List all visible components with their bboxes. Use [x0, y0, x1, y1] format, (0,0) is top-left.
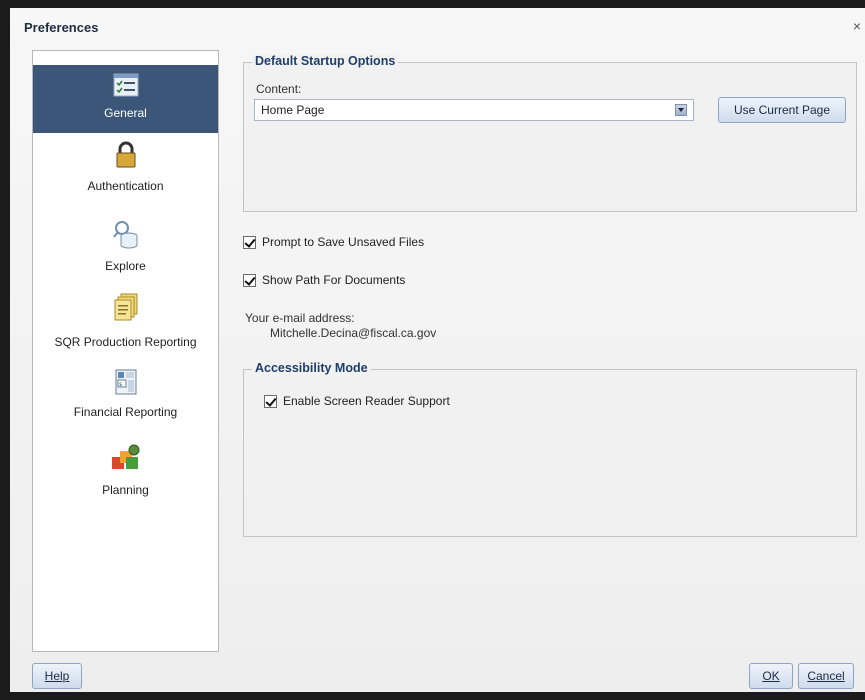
financial-reporting-icon: $ — [115, 369, 136, 395]
help-button[interactable]: Help — [32, 663, 82, 689]
svg-text:$: $ — [119, 382, 122, 388]
show-path-label: Show Path For Documents — [262, 273, 406, 287]
sidebar-item-authentication[interactable]: Authentication — [33, 141, 218, 207]
screen-reader-checkbox[interactable] — [264, 394, 277, 408]
preferences-sidebar: General Authentication Explore SQR Produ… — [32, 50, 219, 652]
lock-icon — [116, 141, 135, 168]
sidebar-item-label: Financial Reporting — [73, 405, 178, 419]
sidebar-item-general[interactable]: General — [33, 65, 218, 133]
dialog-title: Preferences — [24, 20, 99, 35]
sidebar-item-sqr-production-reporting[interactable]: SQR Production Reporting — [33, 293, 218, 359]
group-title: Default Startup Options — [252, 54, 399, 68]
sidebar-item-label: Explore — [105, 259, 146, 273]
email-value: Mitchelle.Decina@fiscal.ca.gov — [270, 326, 437, 340]
group-title: Accessibility Mode — [252, 361, 371, 375]
accessibility-mode-group: Accessibility Mode Enable Screen Reader … — [243, 361, 857, 537]
cancel-button-label: Cancel — [807, 669, 845, 683]
preferences-dialog: Preferences × General Authentication Exp… — [10, 8, 865, 692]
screen-reader-option[interactable]: Enable Screen Reader Support — [264, 394, 450, 408]
sidebar-item-label: Planning — [102, 483, 149, 497]
close-icon[interactable]: × — [853, 18, 861, 34]
planning-blocks-icon — [111, 444, 139, 469]
sqr-documents-icon — [114, 293, 137, 321]
sidebar-item-planning[interactable]: Planning — [33, 443, 218, 509]
prompt-save-checkbox[interactable] — [243, 235, 256, 249]
prompt-save-label: Prompt to Save Unsaved Files — [262, 235, 425, 249]
sidebar-item-financial-reporting[interactable]: $ Financial Reporting — [33, 369, 218, 435]
use-current-page-button[interactable]: Use Current Page — [718, 97, 846, 123]
sidebar-item-label: SQR Production Reporting — [54, 335, 197, 349]
sidebar-item-explore[interactable]: Explore — [33, 219, 218, 285]
show-path-checkbox[interactable] — [243, 273, 256, 287]
sidebar-item-label: Authentication — [87, 179, 164, 193]
content-select-value: Home Page — [261, 103, 325, 117]
content-label: Content: — [256, 82, 302, 96]
ok-button[interactable]: OK — [749, 663, 793, 689]
cancel-button[interactable]: Cancel — [798, 663, 854, 689]
content-select[interactable]: Home Page — [254, 99, 694, 121]
show-path-option[interactable]: Show Path For Documents — [243, 273, 405, 287]
sidebar-item-label: General — [104, 106, 147, 120]
general-checklist-icon — [113, 73, 138, 97]
chevron-down-icon[interactable] — [675, 104, 687, 116]
explore-search-icon — [112, 221, 137, 249]
ok-button-label: OK — [762, 669, 780, 683]
prompt-save-option[interactable]: Prompt to Save Unsaved Files — [243, 235, 424, 249]
help-button-label: Help — [44, 669, 70, 683]
default-startup-options-group: Default Startup Options Content: Home Pa… — [243, 54, 857, 212]
screen-reader-label: Enable Screen Reader Support — [283, 394, 450, 408]
email-label: Your e-mail address: — [245, 311, 355, 325]
